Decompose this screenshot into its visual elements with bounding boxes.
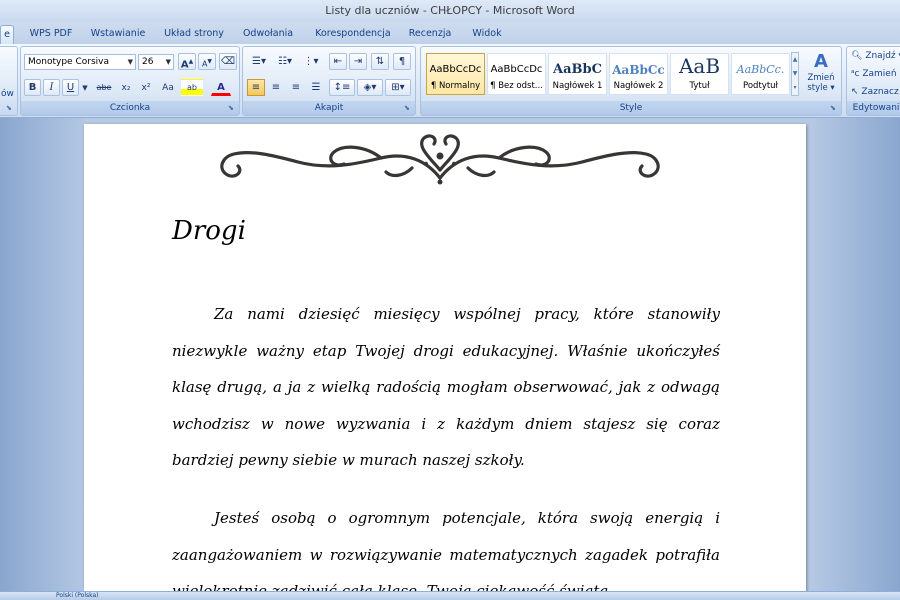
font-launcher-icon[interactable]: ⬊ [228,104,237,113]
superscript-button[interactable]: x² [137,79,155,96]
borders-icon[interactable]: ⊞▾ [385,79,411,96]
status-bar: Polski (Polska) [0,591,900,600]
style-name: ¶ Bez odst... [490,81,543,91]
tab-insert[interactable]: Wstawianie [86,25,150,44]
paragraph-launcher-icon[interactable]: ⬊ [404,104,413,113]
language-status[interactable]: Polski (Polska) [56,592,99,600]
tab-page-layout[interactable]: Układ strony [158,25,230,44]
chevron-down-icon[interactable]: ▼ [80,79,90,96]
bullets-icon[interactable]: ☰▾ [247,53,271,70]
clipboard-launcher-icon[interactable]: ⬊ [6,104,15,113]
align-right-icon[interactable]: ≡ [287,79,305,96]
style-normal[interactable]: AaBbCcDc ¶ Normalny [426,53,485,95]
style-name: Nagłówek 1 [552,81,603,91]
strikethrough-button[interactable]: abe [93,79,115,96]
clipboard-label: ów [1,89,14,99]
underline-button[interactable]: U [62,79,79,96]
replace-button[interactable]: ᵃc Zamień [851,69,897,79]
style-title[interactable]: AaB Tytuł [670,53,729,95]
style-sample: AaBbCc [612,63,665,77]
font-name-value: Monotype Corsiva [28,57,109,67]
subscript-button[interactable]: x₂ [117,79,135,96]
style-name: Nagłówek 2 [613,81,664,91]
font-color-button[interactable]: A [211,79,231,96]
document-heading[interactable]: Drogi [172,216,246,246]
change-styles-label: Zmień [807,73,835,83]
paragraph-2[interactable]: Jesteś osobą o ogromnym potencjale, któr… [172,500,720,591]
tab-wps-pdf[interactable]: WPS PDF [26,25,76,44]
style-sample: AaBbCc. [736,63,785,76]
replace-icon: ᵃc [851,69,860,79]
clipboard-group: ów ⬊ [0,46,18,116]
chevron-down-icon: ▼ [127,58,133,66]
style-no-spacing[interactable]: AaBbCcDc ¶ Bez odst... [487,53,546,95]
highlight-icon[interactable]: ab [181,79,203,96]
chevron-down-icon: ▼ [165,58,171,66]
style-sample: AaB [678,56,721,76]
style-name: ¶ Normalny [430,81,481,91]
line-spacing-icon[interactable]: ↕≡ [329,79,355,96]
document-workspace[interactable]: Drogi Za nami dziesięć miesięcy wspólnej… [0,118,900,591]
justify-icon[interactable]: ☰ [307,79,325,96]
align-center-icon[interactable]: ≡ [267,79,285,96]
style-heading-1[interactable]: AaBbC Nagłówek 1 [548,53,607,95]
change-styles-label-2: style ▾ [807,83,835,93]
style-sample: AaBbCcDc [490,64,543,75]
paragraph-1[interactable]: Za nami dziesięć miesięcy wspólnej pracy… [172,296,720,479]
style-name: Podtytuł [743,81,778,91]
font-name-combo[interactable]: Monotype Corsiva ▼ [24,54,136,70]
tab-view[interactable]: Widok [464,25,510,44]
style-subtitle[interactable]: AaBbCc. Podtytuł [731,53,790,95]
style-name: Tytuł [689,81,710,91]
flourish-ornament-icon [220,134,660,185]
styles-scroll[interactable]: ▲ ▼ ▾ [791,52,799,96]
change-case-button[interactable]: Aa [157,79,179,96]
find-button[interactable]: 🔍︎ Znajdź ▾ [851,51,900,61]
grow-font-icon: A [180,59,189,71]
font-group-label: Czcionka [21,101,239,115]
style-sample: AaBbC [553,62,602,77]
font-group: Monotype Corsiva ▼ 26 ▼ A▲ A▼ ⌫ B I U ▼ … [20,46,240,116]
ribbon-tabs: e WPS PDF Wstawianie Układ strony Odwoła… [0,22,900,44]
tab-home[interactable]: e [0,25,14,44]
grow-font-button[interactable]: A▲ [178,53,196,70]
paragraph-group: ☰▾ ☷▾ ⋮▾ ⇤ ⇥ ⇅ ¶ ≡ ≡ ≡ ☰ ↕≡ ◈▾ ⊞▾ Akapit… [242,46,416,116]
cursor-icon: ↖ [851,87,859,97]
decrease-indent-icon[interactable]: ⇤ [329,53,347,70]
font-size-combo[interactable]: 26 ▼ [138,54,174,70]
italic-button[interactable]: I [43,79,60,96]
increase-indent-icon[interactable]: ⇥ [349,53,367,70]
tab-mailings[interactable]: Korespondencja [308,25,398,44]
binoculars-icon: 🔍︎ [851,51,863,61]
ribbon: ów ⬊ Monotype Corsiva ▼ 26 ▼ A▲ A▼ ⌫ B I… [0,44,900,118]
paragraph-group-label: Akapit [243,101,415,115]
document-page[interactable]: Drogi Za nami dziesięć miesięcy wspólnej… [84,124,806,591]
align-left-icon[interactable]: ≡ [247,79,265,96]
styles-launcher-icon[interactable]: ⬊ [830,104,839,113]
show-formatting-button[interactable]: ¶ [393,53,411,70]
change-styles-icon: A [814,51,828,72]
window-title: Listy dla uczniów - CHŁOPCY - Microsoft … [0,0,900,22]
tab-review[interactable]: Recenzja [404,25,456,44]
change-styles-button[interactable]: A Zmień style ▾ [803,51,839,99]
font-size-value: 26 [142,57,154,67]
editing-group: 🔍︎ Znajdź ▾ ᵃc Zamień ↖ Zaznacz Edytowan… [846,46,900,116]
bold-button[interactable]: B [24,79,41,96]
shrink-font-button[interactable]: A▼ [198,53,216,70]
styles-group: AaBbCcDc ¶ Normalny AaBbCcDc ¶ Bez odst.… [420,46,842,116]
editing-group-label: Edytowani [847,101,900,115]
clear-format-icon[interactable]: ⌫ [219,53,237,70]
numbering-icon[interactable]: ☷▾ [273,53,297,70]
style-heading-2[interactable]: AaBbCc Nagłówek 2 [609,53,668,95]
sort-icon[interactable]: ⇅ [371,53,389,70]
style-sample: AaBbCcDc [429,64,482,75]
tab-references[interactable]: Odwołania [236,25,300,44]
shading-icon[interactable]: ◈▾ [357,79,383,96]
select-button[interactable]: ↖ Zaznacz [851,87,899,97]
multilevel-list-icon[interactable]: ⋮▾ [299,53,323,70]
styles-group-label: Style [421,101,841,115]
